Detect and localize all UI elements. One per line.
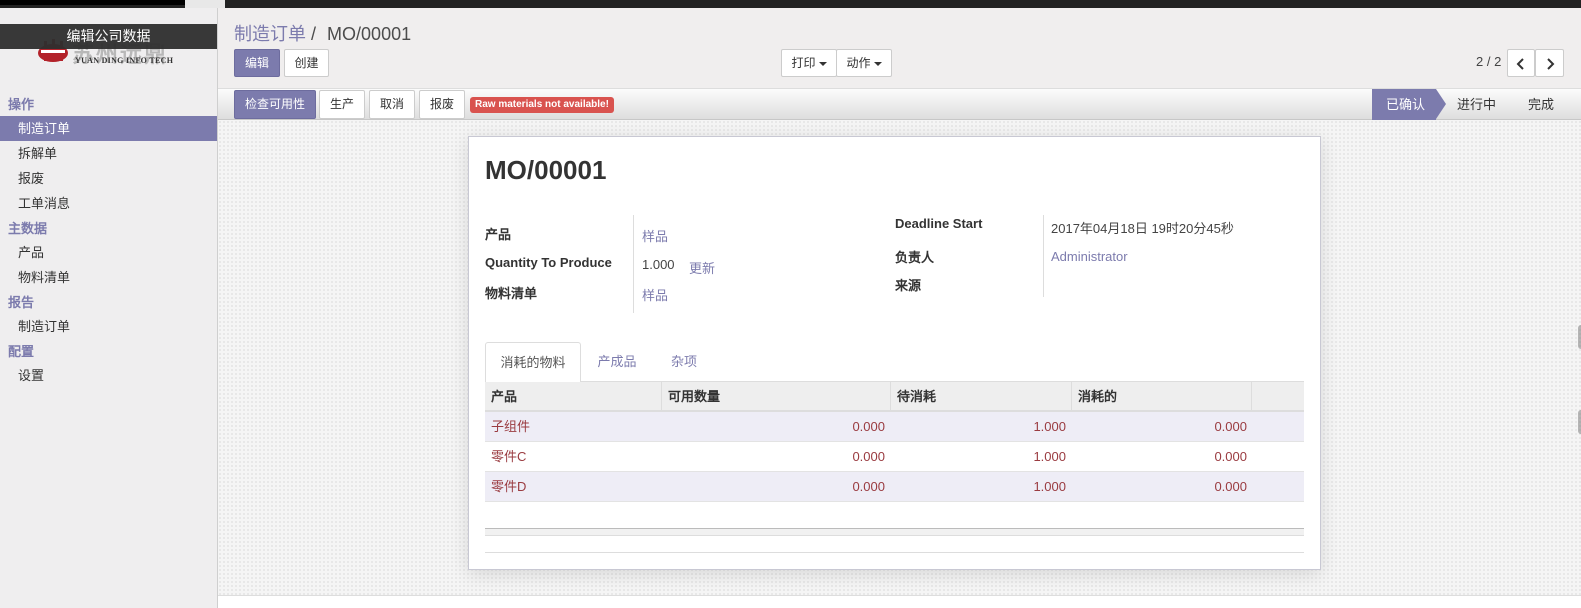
- row-consumed: 0.000: [1214, 479, 1247, 494]
- print-caret-icon: [818, 61, 827, 66]
- table-header: 产品 可用数量 待消耗 消耗的: [485, 382, 1304, 412]
- menu-item-unbuild-orders[interactable]: 拆解单: [0, 141, 217, 166]
- bom-label: 物料清单: [485, 286, 538, 301]
- top-navbar: [0, 0, 1581, 8]
- responsible-value[interactable]: Administrator: [1051, 249, 1128, 264]
- tab-consumed-materials[interactable]: 消耗的物料: [485, 342, 581, 383]
- sidebar: 苏州远鼎 YUAN DING INFO TECH 编辑公司数据 操作 制造订单 …: [0, 8, 218, 608]
- row-available: 0.000: [852, 449, 885, 464]
- menu-item-report-manufacturing-orders[interactable]: 制造订单: [0, 314, 217, 339]
- top-navbar-left: [0, 0, 198, 5]
- qty-value: 1.000: [642, 257, 675, 272]
- produce-button[interactable]: 生产: [319, 90, 365, 119]
- pager-next-button[interactable]: [1535, 49, 1564, 77]
- breadcrumb-current: MO/00001: [327, 24, 412, 44]
- menu-section-operations: 操作: [8, 97, 35, 112]
- notebook-tabs: 消耗的物料 产成品 杂项: [485, 342, 1304, 383]
- table-row[interactable]: 零件C 0.000 1.000 0.000: [485, 442, 1304, 472]
- company-logo-en: YUAN DING INFO TECH: [75, 56, 174, 65]
- action-caret-icon: [873, 61, 882, 66]
- menu-item-workorder-messages[interactable]: 工单消息: [0, 191, 217, 216]
- responsible-label: 负责人: [895, 250, 935, 265]
- table-row[interactable]: 零件D 0.000 1.000 0.000: [485, 472, 1304, 502]
- stage-done[interactable]: 完成: [1528, 89, 1568, 120]
- menu-item-scrap[interactable]: 报废: [0, 166, 217, 191]
- top-navbar-gap: [185, 0, 225, 8]
- deadline-label: Deadline Start: [895, 216, 983, 231]
- breadcrumb: 制造订单 / MO/00001: [234, 20, 411, 46]
- row-product: 子组件: [491, 419, 531, 434]
- row-product: 零件C: [491, 449, 527, 464]
- product-value[interactable]: 样品: [642, 226, 668, 245]
- stage-arrow-icon: [1436, 89, 1446, 119]
- scrap-button[interactable]: 报废: [419, 90, 465, 119]
- tab-finished-products[interactable]: 产成品: [585, 342, 649, 382]
- row-to-consume: 1.000: [1033, 419, 1066, 434]
- bom-value[interactable]: 样品: [642, 285, 668, 304]
- menu-item-products[interactable]: 产品: [0, 240, 217, 265]
- menu-item-bom[interactable]: 物料清单: [0, 265, 217, 290]
- source-label: 来源: [895, 278, 922, 293]
- control-panel: 制造订单 / MO/00001 编辑 创建 打印 动作 2 / 2: [218, 8, 1581, 88]
- field-separator-right: [1043, 215, 1044, 297]
- product-label: 产品: [485, 227, 512, 242]
- col-consumed[interactable]: 消耗的: [1072, 382, 1252, 412]
- cancel-button[interactable]: 取消: [369, 90, 415, 119]
- menu-section-reports: 报告: [8, 295, 35, 310]
- col-to-consume[interactable]: 待消耗: [891, 382, 1072, 412]
- edit-company-data-button[interactable]: 编辑公司数据: [0, 24, 217, 49]
- sidebar-menu: 操作 制造订单 拆解单 报废 工单消息 主数据 产品 物料清单 报告 制造订单 …: [0, 92, 217, 388]
- breadcrumb-parent[interactable]: 制造订单: [234, 24, 306, 44]
- row-available: 0.000: [852, 419, 885, 434]
- col-available[interactable]: 可用数量: [662, 382, 891, 412]
- stage-in-progress[interactable]: 进行中: [1457, 89, 1517, 120]
- action-dropdown[interactable]: 动作: [836, 49, 892, 77]
- col-product[interactable]: 产品: [485, 382, 662, 412]
- row-consumed: 0.000: [1214, 449, 1247, 464]
- action-label: 动作: [846, 56, 871, 70]
- pager-previous-button[interactable]: [1507, 49, 1535, 77]
- qty-update-link[interactable]: 更新: [689, 258, 715, 277]
- row-consumed: 0.000: [1214, 419, 1247, 434]
- pager-value: 2 / 2: [1476, 54, 1502, 69]
- table-footer: [485, 528, 1304, 536]
- row-to-consume: 1.000: [1033, 449, 1066, 464]
- menu-item-manufacturing-orders[interactable]: 制造订单: [0, 116, 217, 141]
- qty-label: Quantity To Produce: [485, 255, 612, 270]
- edit-button[interactable]: 编辑: [234, 49, 280, 77]
- status-bar: 检查可用性 生产 取消 报废 Raw materials not availab…: [218, 88, 1581, 120]
- menu-item-settings[interactable]: 设置: [0, 363, 217, 388]
- consumed-materials-table: 产品 可用数量 待消耗 消耗的 子组件 0.000 1.000 0.000 零件…: [485, 382, 1304, 502]
- stage-confirmed[interactable]: 已确认: [1372, 89, 1436, 120]
- menu-section-master-data: 主数据: [8, 221, 48, 236]
- check-availability-button[interactable]: 检查可用性: [234, 90, 316, 119]
- materials-warning-badge: Raw materials not available!: [470, 97, 614, 113]
- print-dropdown[interactable]: 打印: [781, 49, 837, 77]
- menu-section-configuration: 配置: [8, 344, 35, 359]
- row-available: 0.000: [852, 479, 885, 494]
- print-label: 打印: [791, 56, 816, 70]
- row-product: 零件D: [491, 479, 527, 494]
- row-to-consume: 1.000: [1033, 479, 1066, 494]
- tab-miscellaneous[interactable]: 杂项: [657, 342, 711, 382]
- chevron-left-icon: [1516, 58, 1524, 70]
- create-button[interactable]: 创建: [284, 49, 329, 77]
- breadcrumb-separator: /: [311, 24, 317, 44]
- chevron-right-icon: [1546, 58, 1554, 70]
- form-sheet: MO/00001 产品 Quantity To Produce 物料清单 样品 …: [468, 136, 1321, 570]
- main-content: 制造订单 / MO/00001 编辑 创建 打印 动作 2 / 2 检查可用性 …: [218, 8, 1581, 608]
- field-separator: [633, 215, 634, 313]
- record-name: MO/00001: [485, 155, 607, 185]
- table-bottom-line: [485, 552, 1304, 553]
- table-row[interactable]: 子组件 0.000 1.000 0.000: [485, 412, 1304, 442]
- deadline-value: 2017年04月18日 19时20分45秒: [1051, 221, 1234, 236]
